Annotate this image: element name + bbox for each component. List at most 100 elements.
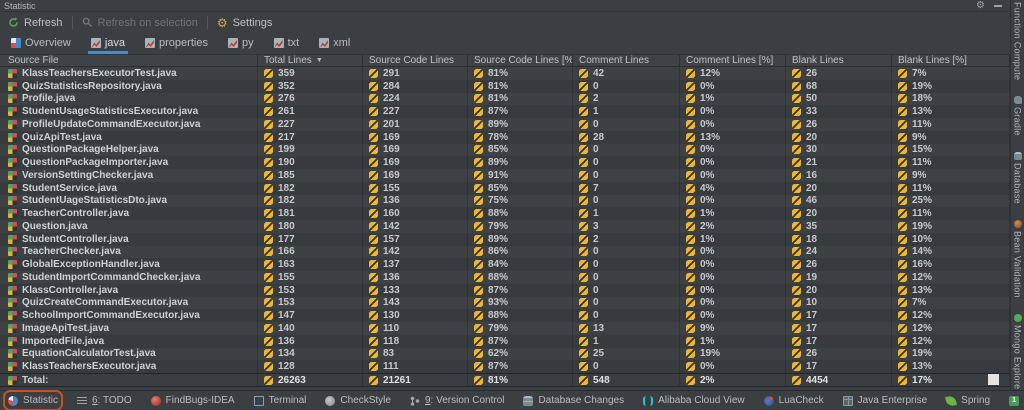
blank-lines-pct-value: 7% [912, 297, 926, 308]
pencil-icon [898, 260, 907, 269]
tool-window-stripe-button[interactable]: Gradle [1013, 96, 1023, 136]
table-row[interactable]: StudentUageStatisticsDto.java 182 136 75… [0, 195, 1010, 208]
comment-lines-value: 0 [593, 297, 599, 308]
statusbar-tool-label: : TODO [98, 395, 132, 406]
statusbar-tool-button[interactable]: Statistic [8, 395, 58, 406]
column-header[interactable]: Source File [0, 55, 258, 66]
table-row[interactable]: QuizStatisticsRepository.java 352 284 81… [0, 80, 1010, 93]
column-header[interactable]: Source Code Lines [%] [468, 55, 573, 66]
table-row[interactable]: EquationCalculatorTest.java 134 83 62% 2… [0, 348, 1010, 361]
column-header[interactable]: Comment Lines [%] [680, 55, 786, 66]
table-row[interactable]: KlassTeachersExecutorTest.java 359 291 8… [0, 67, 1010, 80]
blank-lines-pct-cell: 19% [892, 220, 1010, 233]
pencil-icon [898, 349, 907, 358]
column-header[interactable]: Blank Lines [%] [892, 55, 1010, 66]
event-log-button[interactable]: 1 Event Log [1009, 395, 1024, 406]
tab[interactable]: txt [271, 34, 303, 54]
pencil-icon [686, 324, 695, 333]
refresh-button[interactable]: Refresh [8, 17, 63, 29]
table-row[interactable]: QuestionPackageImporter.java 190 169 89%… [0, 156, 1010, 169]
pencil-icon [474, 158, 483, 167]
blank-lines-cell: 30 [786, 144, 892, 157]
statusbar-tool-label: Java Enterprise [858, 395, 927, 406]
table-row[interactable]: StudentController.java 177 157 89% 2 [0, 233, 1010, 246]
table-row[interactable]: StudentUsageStatisticsExecutor.java 261 … [0, 105, 1010, 118]
statusbar-tool-text: Statistic [23, 395, 58, 406]
tab[interactable]: py [225, 34, 257, 54]
settings-button[interactable]: ⚙ Settings [217, 17, 273, 29]
table-row[interactable]: KlassTeachersExecutor.java 128 111 87% 0 [0, 360, 1010, 373]
tool-window-stripe-button[interactable]: Database [1013, 152, 1023, 204]
source-file-cell: StudentUsageStatisticsExecutor.java [0, 105, 258, 118]
pencil-icon [792, 260, 801, 269]
tool-window-options-gear-icon[interactable]: ⚙ [976, 1, 985, 11]
column-header[interactable]: Blank Lines [786, 55, 892, 66]
table-row[interactable]: TeacherChecker.java 166 142 86% 0 [0, 246, 1010, 259]
table-row[interactable]: Profile.java 276 224 81% 2 [0, 93, 1010, 106]
statusbar-tool-button[interactable]: Terminal [254, 395, 307, 406]
column-header[interactable]: Comment Lines [573, 55, 680, 66]
table-row[interactable]: VersionSettingChecker.java 185 169 91% 0 [0, 169, 1010, 182]
tool-window-stripe-button[interactable]: Bean Validation [1013, 220, 1023, 298]
table-row[interactable]: KlassController.java 153 133 87% 0 [0, 284, 1010, 297]
comment-lines-pct-cell: 0% [680, 105, 786, 118]
table-row[interactable]: QuizCreateCommandExecutor.java 153 143 9… [0, 297, 1010, 310]
pencil-icon [369, 324, 378, 333]
statusbar-tool-button[interactable]: Database Changes [523, 395, 624, 406]
statistic-toolbar: Refresh Refresh on selection ⚙ Settings [0, 12, 1010, 33]
total-lines-value: 182 [278, 195, 295, 206]
table-row[interactable]: ImageApiTest.java 140 110 79% 13 [0, 322, 1010, 335]
blank-lines-value: 26 [806, 68, 817, 79]
pencil-icon [898, 209, 907, 218]
comment-lines-cell: 1 [573, 105, 680, 118]
comment-lines-cell: 0 [573, 271, 680, 284]
table-row[interactable]: ImportedFile.java 136 118 87% 1 [0, 335, 1010, 348]
pencil-icon [792, 82, 801, 91]
tab[interactable]: properties [142, 34, 211, 54]
hide-tool-window-icon[interactable] [994, 5, 1002, 7]
refresh-on-selection-button[interactable]: Refresh on selection [82, 17, 198, 29]
statusbar-tool-button[interactable]: LuaCheck [764, 395, 824, 406]
java-file-icon [8, 94, 17, 103]
table-row[interactable]: StudentImportCommandChecker.java 155 136… [0, 271, 1010, 284]
source-file-cell: QuizApiTest.java [0, 131, 258, 144]
table-row[interactable]: QuestionPackageHelper.java 199 169 85% 0 [0, 144, 1010, 157]
comment-lines-pct-value: 0% [700, 157, 714, 168]
statusbar-tool-icon [77, 397, 87, 405]
comment-lines-cell: 2 [573, 233, 680, 246]
statusbar-tool-button[interactable]: CheckStyle [325, 395, 391, 406]
comment-lines-cell: 0 [573, 246, 680, 259]
tool-window-stripe-button[interactable]: Function Compute [1013, 2, 1023, 80]
statusbar-tool-button[interactable]: Alibaba Cloud View [643, 395, 745, 406]
table-row[interactable]: TeacherController.java 181 160 88% 1 [0, 207, 1010, 220]
pencil-icon [792, 209, 801, 218]
source-code-lines-pct-value: 81% [488, 68, 508, 79]
total-lines-value: 359 [278, 68, 295, 79]
pencil-icon [264, 247, 273, 256]
java-file-icon [8, 222, 17, 231]
column-header[interactable]: Source Code Lines [363, 55, 468, 66]
source-code-lines-pct-value: 87% [488, 285, 508, 296]
table-row[interactable]: SchoolImportCommandExecutor.java 147 130… [0, 309, 1010, 322]
statusbar-tool-button[interactable]: 6: TODO [77, 395, 132, 406]
tab[interactable]: xml [316, 34, 353, 54]
scrollbar-thumb[interactable] [988, 374, 999, 385]
statusbar-tool-button[interactable]: 9: Version Control [410, 395, 505, 406]
statusbar-tool-button[interactable]: Java Enterprise [843, 395, 927, 406]
table-row[interactable]: GlobalExceptionHandler.java 163 137 84% … [0, 258, 1010, 271]
tool-window-stripe-button[interactable]: Mongo Explorer [1013, 314, 1023, 393]
table-row[interactable]: QuizApiTest.java 217 169 78% 28 [0, 131, 1010, 144]
table-row[interactable]: StudentService.java 182 155 85% 7 [0, 182, 1010, 195]
column-header[interactable]: Total Lines ▼ [258, 55, 363, 66]
tab[interactable]: java [88, 34, 128, 54]
tool-window-stripe-label: Function Compute [1013, 2, 1023, 80]
statusbar-tool-button[interactable]: FindBugs-IDEA [151, 395, 235, 406]
table-row[interactable]: Question.java 180 142 79% 3 [0, 220, 1010, 233]
source-file-name: SchoolImportCommandExecutor.java [22, 310, 200, 321]
comment-lines-value: 1 [593, 336, 599, 347]
table-row[interactable]: ProfileUpdateCommandExecutor.java 227 20… [0, 118, 1010, 131]
blank-lines-cell: 26 [786, 348, 892, 361]
statusbar-tool-button[interactable]: Spring [946, 395, 990, 406]
blank-lines-pct-cell: 9% [892, 169, 1010, 182]
tab[interactable]: Overview [8, 34, 74, 54]
